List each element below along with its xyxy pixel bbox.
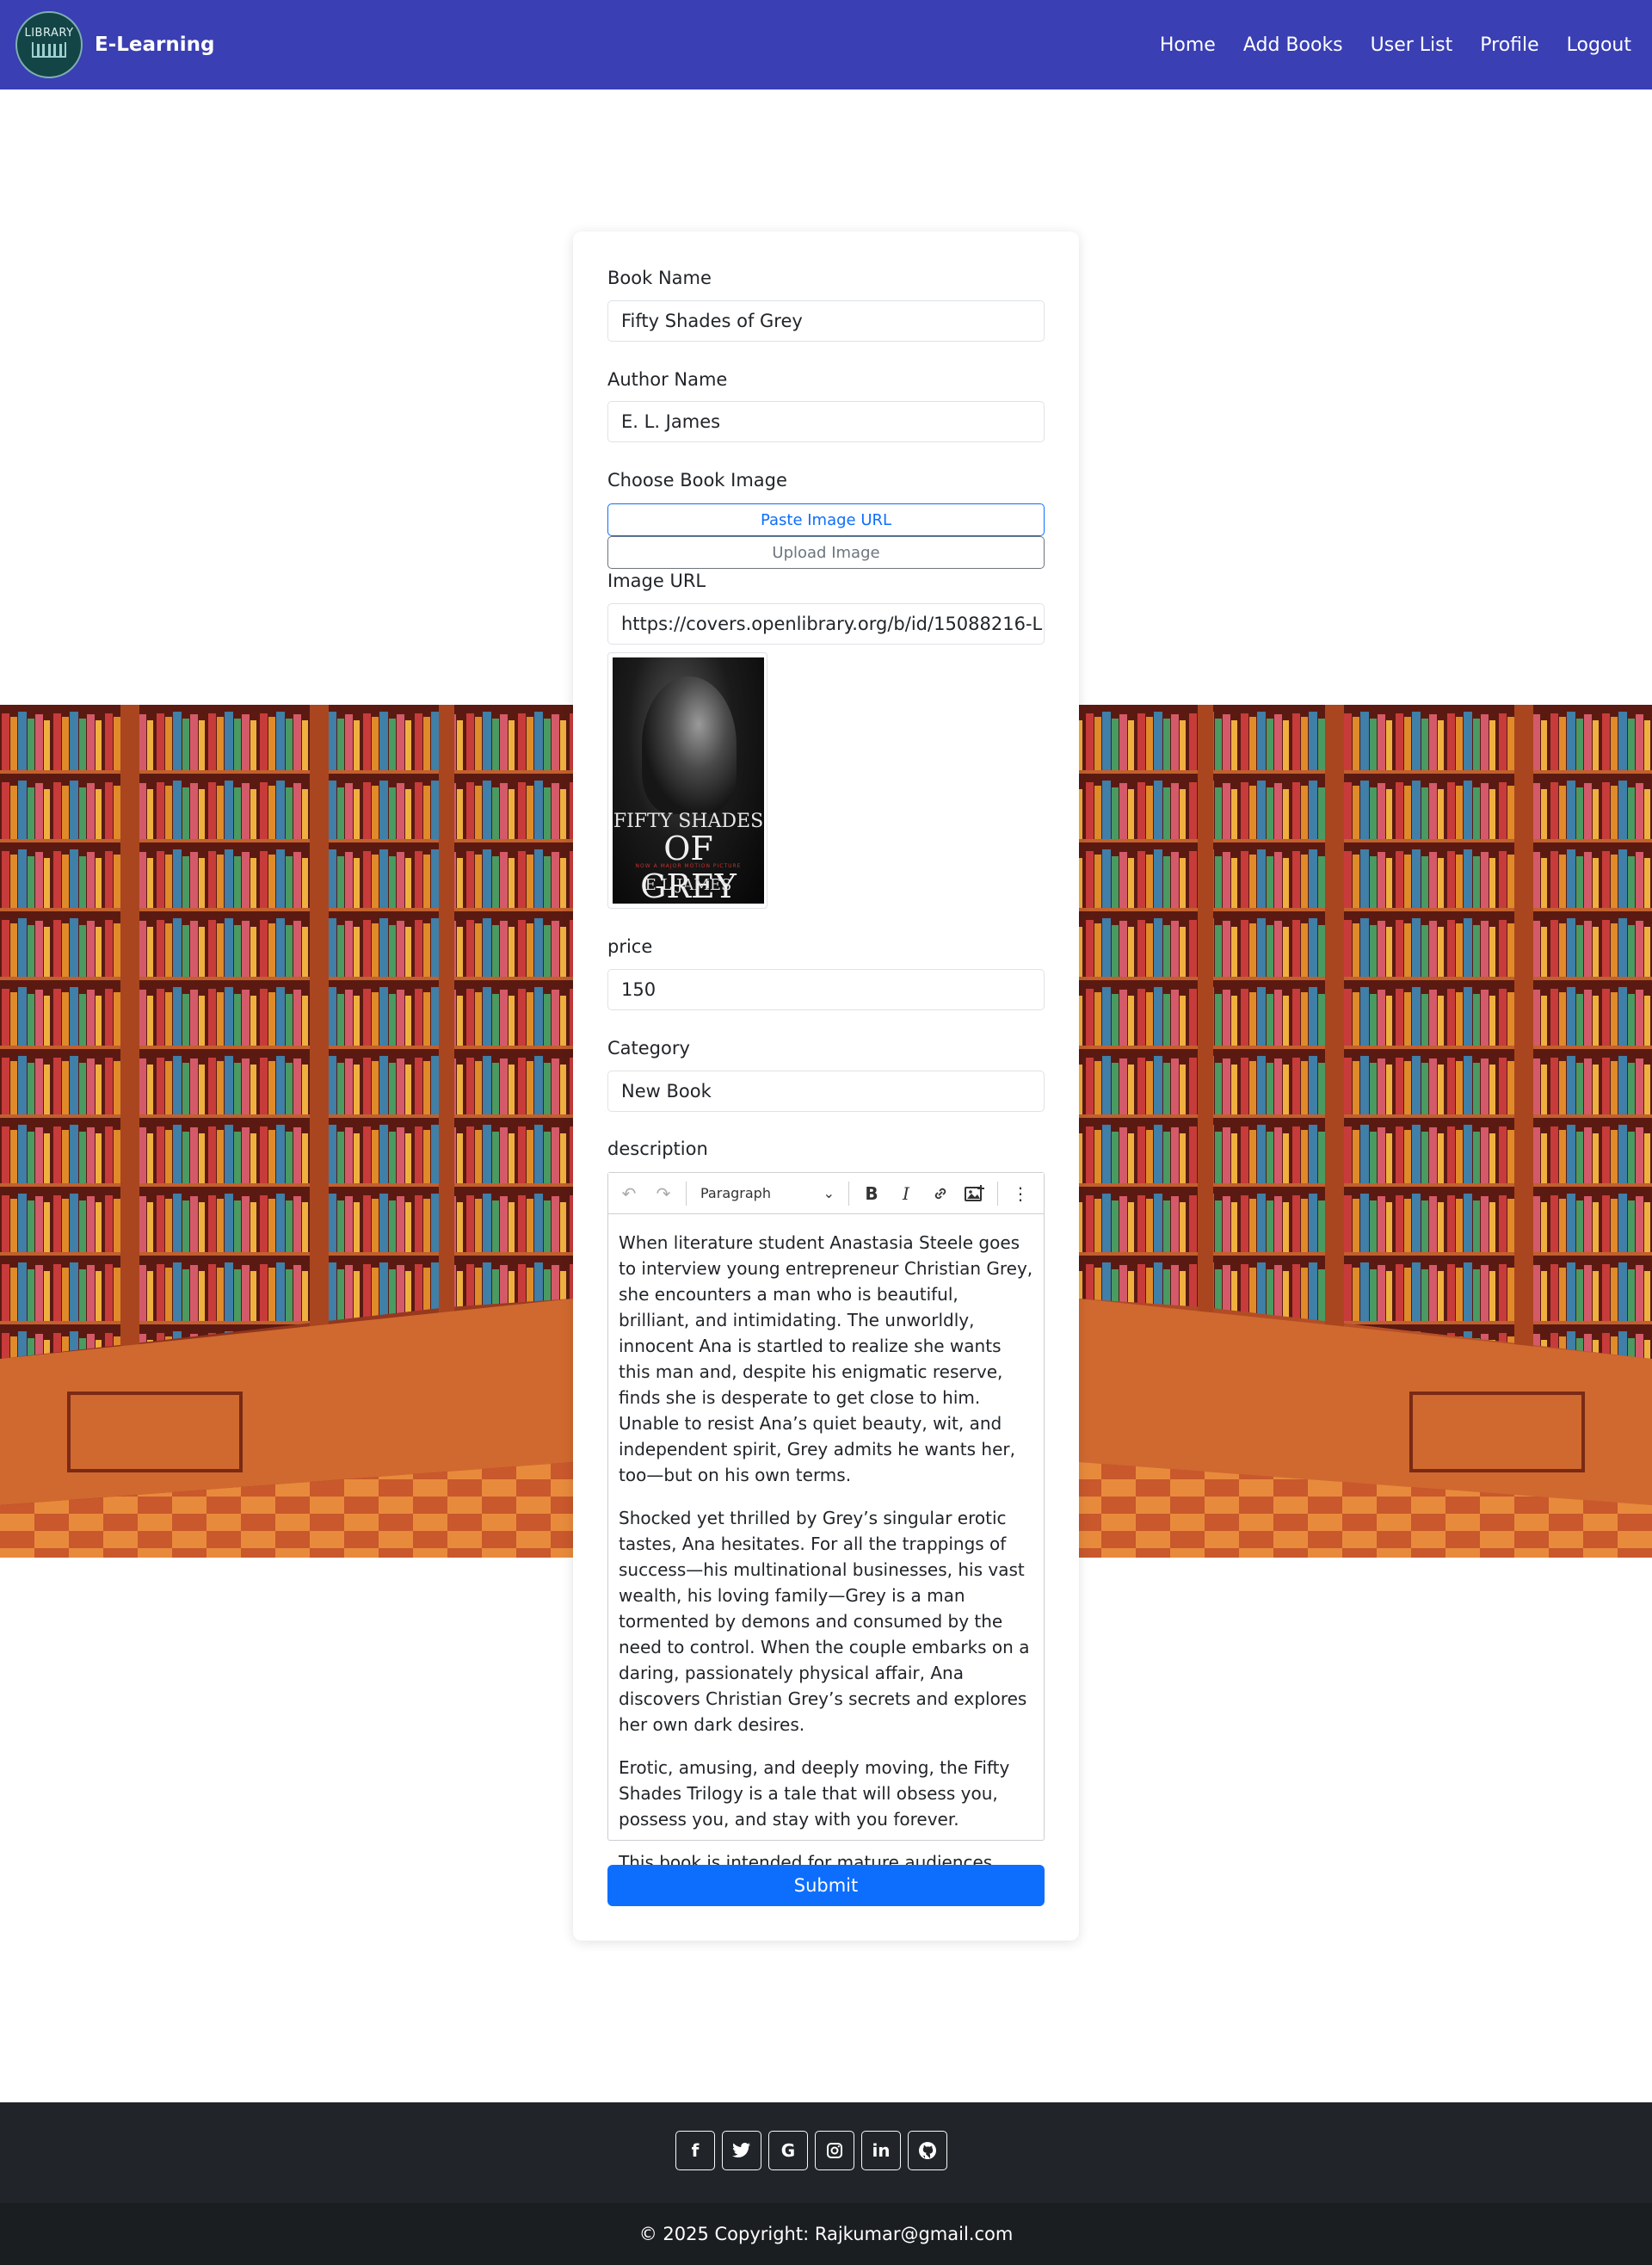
- price-label: price: [607, 936, 653, 957]
- google-icon[interactable]: G: [768, 2131, 808, 2170]
- more-options-icon[interactable]: ⋮: [1005, 1179, 1036, 1208]
- twitter-icon[interactable]: [722, 2131, 761, 2170]
- books-icon: [32, 42, 66, 58]
- image-url-input[interactable]: https://covers.openlibrary.org/b/id/1508…: [607, 603, 1045, 645]
- copyright-text: © 2025 Copyright: Rajkumar@gmail.com: [638, 2224, 1014, 2244]
- paragraph-format-value: Paragraph: [700, 1185, 771, 1201]
- image-url-label: Image URL: [607, 571, 706, 591]
- cover-author: E L JAMES: [644, 876, 732, 894]
- book-cover-preview: FIFTY SHADES OF GREY NOW A MAJOR MOTION …: [607, 652, 767, 909]
- editor-content[interactable]: When literature student Anastasia Steele…: [608, 1214, 1044, 1875]
- description-paragraph: Erotic, amusing, and deeply moving, the …: [619, 1757, 1010, 1830]
- nav-links: Home Add Books User List Profile Logout: [1160, 34, 1631, 56]
- redo-icon[interactable]: ↷: [648, 1179, 679, 1208]
- copyright-bar: © 2025 Copyright: Rajkumar@gmail.com: [0, 2203, 1652, 2265]
- insert-image-icon[interactable]: [959, 1179, 990, 1208]
- bold-icon[interactable]: B: [856, 1179, 887, 1208]
- price-input[interactable]: 150: [607, 969, 1045, 1010]
- undo-icon[interactable]: ↶: [613, 1179, 644, 1208]
- cover-figure: [642, 676, 737, 814]
- toolbar-divider: [997, 1181, 998, 1206]
- nav-add-books[interactable]: Add Books: [1243, 34, 1343, 56]
- editor-toolbar: ↶ ↷ Paragraph ⌄ B I ⋮: [608, 1173, 1044, 1214]
- library-logo[interactable]: LIBRARY: [15, 11, 83, 78]
- paragraph-format-select[interactable]: Paragraph ⌄: [693, 1179, 841, 1208]
- nav-logout[interactable]: Logout: [1567, 34, 1631, 56]
- category-input[interactable]: New Book: [607, 1071, 1045, 1112]
- toolbar-divider: [686, 1181, 687, 1206]
- author-name-input[interactable]: E. L. James: [607, 401, 1045, 442]
- description-paragraph: When literature student Anastasia Steele…: [619, 1232, 1033, 1485]
- github-icon[interactable]: [908, 2131, 947, 2170]
- italic-icon[interactable]: I: [891, 1179, 922, 1208]
- brand-name[interactable]: E-Learning: [95, 34, 214, 56]
- instagram-icon[interactable]: [815, 2131, 854, 2170]
- description-editor: ↶ ↷ Paragraph ⌄ B I ⋮ When literature st…: [607, 1172, 1045, 1873]
- add-book-form-card: Book Name Fifty Shades of Grey Author Na…: [573, 231, 1079, 1941]
- chevron-down-icon: ⌄: [823, 1185, 835, 1201]
- nav-home[interactable]: Home: [1160, 34, 1216, 56]
- book-name-label: Book Name: [607, 268, 712, 288]
- cover-subtitle: NOW A MAJOR MOTION PICTURE: [635, 863, 742, 869]
- book-name-input[interactable]: Fifty Shades of Grey: [607, 300, 1045, 342]
- nav-user-list[interactable]: User List: [1371, 34, 1453, 56]
- logo-text: LIBRARY: [24, 27, 74, 40]
- description-label: description: [607, 1139, 708, 1159]
- upload-image-button[interactable]: Upload Image: [607, 536, 1045, 569]
- author-name-label: Author Name: [607, 369, 728, 390]
- brand[interactable]: LIBRARY E-Learning: [15, 11, 214, 78]
- choose-image-label: Choose Book Image: [607, 470, 787, 491]
- book-cover-image: FIFTY SHADES OF GREY NOW A MAJOR MOTION …: [613, 657, 764, 904]
- nav-profile[interactable]: Profile: [1480, 34, 1538, 56]
- link-icon[interactable]: [925, 1179, 956, 1208]
- navbar: LIBRARY E-Learning Home Add Books User L…: [0, 0, 1652, 89]
- description-paragraph: Shocked yet thrilled by Grey’s singular …: [619, 1508, 1030, 1735]
- facebook-icon[interactable]: f: [675, 2131, 715, 2170]
- paste-image-url-button[interactable]: Paste Image URL: [607, 503, 1045, 536]
- social-links: f G in: [675, 2131, 947, 2170]
- submit-button[interactable]: Submit: [607, 1865, 1045, 1906]
- linkedin-icon[interactable]: in: [861, 2131, 901, 2170]
- footer: f G in © 2025 Copyright: Rajkumar@gmail.…: [0, 2102, 1652, 2265]
- category-label: Category: [607, 1038, 690, 1058]
- toolbar-divider: [848, 1181, 849, 1206]
